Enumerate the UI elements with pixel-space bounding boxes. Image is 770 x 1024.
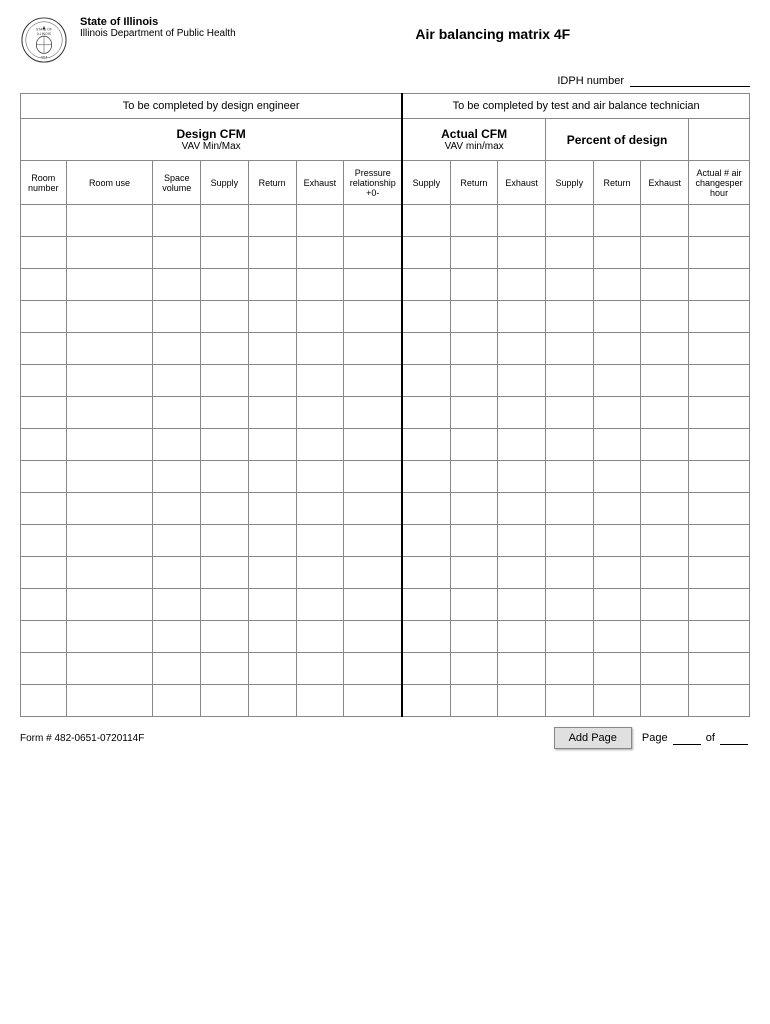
idph-row: IDPH number [20,74,750,87]
percent-design-header: Percent of design [545,119,688,161]
col-exhaust-design: Exhaust [296,161,344,205]
table-row [21,205,750,237]
design-cfm-sub: VAV Min/Max [23,141,399,152]
table-row [21,557,750,589]
header: STATE OF ILLINOIS 1818 State of Illinois… [20,16,750,66]
footer: Form # 482-0651-0720114F Add Page Page o… [20,727,750,749]
table-row [21,237,750,269]
left-section-header: To be completed by design engineer [21,94,403,119]
page: STATE OF ILLINOIS 1818 State of Illinois… [0,0,770,1024]
org-sub: Illinois Department of Public Health [80,28,236,39]
col-return-actual: Return [450,161,498,205]
col-exhaust-pct: Exhaust [641,161,689,205]
org-name: State of Illinois [80,16,236,28]
table-row [21,589,750,621]
page-text: Page [642,732,668,744]
table-row [21,461,750,493]
cfm-header-row: Design CFM VAV Min/Max Actual CFM VAV mi… [21,119,750,161]
idph-input-line [630,74,750,87]
col-exhaust-actual: Exhaust [498,161,546,205]
col-supply-pct: Supply [545,161,593,205]
right-section-header: To be completed by test and air balance … [402,94,749,119]
col-supply-design: Supply [201,161,249,205]
col-room-number: Roomnumber [21,161,67,205]
add-page-button[interactable]: Add Page [554,727,632,749]
table-row [21,493,750,525]
table-row [21,621,750,653]
col-space-volume: Spacevolume [153,161,201,205]
table-row [21,525,750,557]
table-row [21,365,750,397]
main-table: To be completed by design engineer To be… [20,93,750,717]
col-air-changes: Actual # airchangesperhour [689,161,750,205]
page-title: Air balancing matrix 4F [236,16,750,42]
design-cfm-header: Design CFM VAV Min/Max [21,119,403,161]
svg-text:1818: 1818 [41,55,48,59]
page-total [720,732,748,745]
table-row [21,397,750,429]
of-text: of [706,732,715,744]
page-number [673,732,701,745]
idph-label: IDPH number [557,75,624,87]
table-row [21,333,750,365]
table-row [21,653,750,685]
svg-text:ILLINOIS: ILLINOIS [37,32,52,36]
actual-cfm-sub: VAV min/max [405,141,543,152]
org-info: State of Illinois Illinois Department of… [80,16,236,39]
col-return-design: Return [248,161,296,205]
actual-cfm-label: Actual CFM [405,127,543,141]
form-number: Form # 482-0651-0720114F [20,733,144,744]
percent-design-label: Percent of design [548,133,686,147]
col-supply-actual: Supply [402,161,450,205]
table-row [21,269,750,301]
actual-cfm-header: Actual CFM VAV min/max [402,119,545,161]
table-row [21,301,750,333]
table-row [21,685,750,717]
col-room-use: Room use [66,161,153,205]
footer-right: Add Page Page of [554,727,750,749]
state-seal: STATE OF ILLINOIS 1818 [20,16,70,66]
column-header-row: Roomnumber Room use Spacevolume Supply R… [21,161,750,205]
table-row [21,429,750,461]
col-pressure: Pressurerelationship+0- [344,161,403,205]
col-return-pct: Return [593,161,641,205]
page-label: Page of [642,732,750,745]
design-cfm-label: Design CFM [23,127,399,141]
section-header-row: To be completed by design engineer To be… [21,94,750,119]
